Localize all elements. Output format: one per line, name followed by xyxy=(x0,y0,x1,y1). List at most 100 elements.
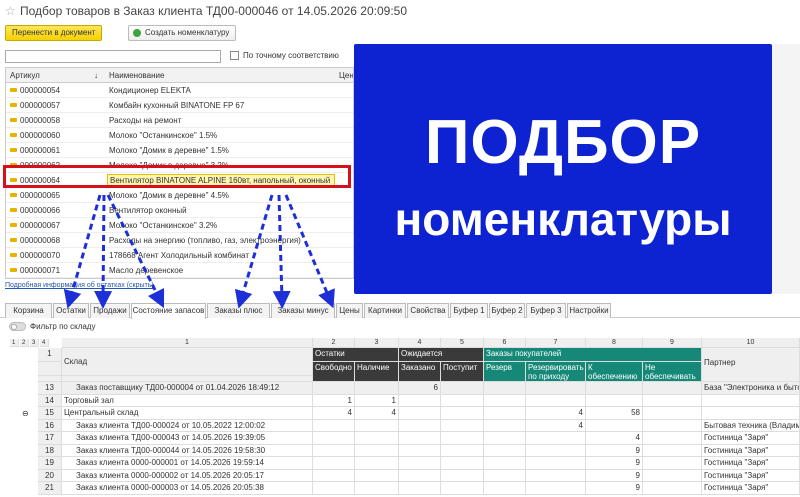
stock-value-zak xyxy=(399,469,441,482)
stock-value-rp xyxy=(526,469,586,482)
stock-value-ko: 9 xyxy=(586,469,643,482)
goods-article: 000000070 xyxy=(20,251,61,260)
tab-0[interactable]: Корзина xyxy=(5,303,52,318)
stock-row-name: Заказ клиента 0000-000002 от 14.05.2026 … xyxy=(62,469,313,482)
row-number: 15 xyxy=(38,407,62,420)
tab-2[interactable]: Продажи xyxy=(90,303,130,318)
column-number: 2 xyxy=(313,338,355,348)
header-group-stock: Остатки xyxy=(313,348,399,362)
stock-partner xyxy=(702,394,800,407)
goods-row[interactable]: 000000060 Молоко "Останкинское" 1.5% xyxy=(6,128,353,143)
exact-match-checkbox[interactable] xyxy=(230,51,239,60)
tab-12[interactable]: Настройки xyxy=(567,303,611,318)
banner-line-2: номенклатуры xyxy=(394,193,732,245)
goods-row[interactable]: 000000067 Молоко "Останкинское" 3.2% xyxy=(6,218,353,233)
tab-1[interactable]: Остатки xyxy=(53,303,89,318)
stock-value-post xyxy=(441,444,484,457)
stock-value-post xyxy=(441,432,484,445)
stock-value-rez xyxy=(484,469,526,482)
banner-line-1: ПОДБОР xyxy=(424,108,702,177)
tab-8[interactable]: Свойства xyxy=(407,303,449,318)
stock-value-rez xyxy=(484,482,526,495)
column-name[interactable]: Наименование xyxy=(109,71,164,80)
header-svobodno: Свободно xyxy=(313,362,355,382)
goods-article: 000000065 xyxy=(20,191,61,200)
goods-name: Расходы на ремонт xyxy=(109,116,182,125)
level-button[interactable]: 2 xyxy=(20,339,29,347)
goods-name: Молоко "Домик в деревне" 1.5% xyxy=(109,146,229,155)
item-key-icon xyxy=(10,88,17,92)
window-title: Подбор товаров в Заказ клиента ТД00-0000… xyxy=(20,4,407,18)
goods-article: 000000061 xyxy=(20,146,61,155)
stock-value-post xyxy=(441,469,484,482)
level-button[interactable]: 4 xyxy=(40,339,49,347)
header-rezerv: Резерв xyxy=(484,362,526,382)
tab-9[interactable]: Буфер 1 xyxy=(450,303,488,318)
row-number: 17 xyxy=(38,432,62,445)
stock-partner: Гостиница "Заря" xyxy=(702,457,800,470)
stock-value-rp xyxy=(526,432,586,445)
tab-7[interactable]: Картинки xyxy=(364,303,406,318)
tab-5[interactable]: Заказы минус xyxy=(271,303,335,318)
search-input[interactable] xyxy=(5,50,221,63)
goods-article: 000000066 xyxy=(20,206,61,215)
stock-partner: Гостиница "Заря" xyxy=(702,469,800,482)
column-price[interactable]: Цена xyxy=(339,71,353,80)
goods-row[interactable]: 000000058 Расходы на ремонт xyxy=(6,113,353,128)
stock-value-post xyxy=(441,482,484,495)
stock-value-no xyxy=(643,444,702,457)
stock-value-zak xyxy=(399,482,441,495)
goods-row[interactable]: 000000066 Вентилятор оконный xyxy=(6,203,353,218)
stock-value-svob xyxy=(313,482,355,495)
level-button[interactable]: 1 xyxy=(10,339,19,347)
goods-row[interactable]: 000000068 Расходы на энергию (топливо, га… xyxy=(6,233,353,248)
item-key-icon xyxy=(10,268,17,272)
stock-value-nal: 1 xyxy=(355,394,399,407)
stock-value-svob xyxy=(313,444,355,457)
goods-name: Вентилятор оконный xyxy=(109,206,187,215)
stock-row-name: Заказ клиента 0000-000001 от 14.05.2026 … xyxy=(62,457,313,470)
tab-11[interactable]: Буфер 3 xyxy=(526,303,566,318)
header-group-expected: Ожидается xyxy=(399,348,484,362)
column-number: 7 xyxy=(526,338,586,348)
favorite-star-icon[interactable]: ☆ xyxy=(5,4,16,18)
row-number: 21 xyxy=(38,482,62,495)
detail-info-link[interactable]: Подробная информация об остатках (скрыть… xyxy=(5,282,154,289)
stock-value-zak: 6 xyxy=(399,382,441,395)
stock-partner: Гостиница "Заря" xyxy=(702,482,800,495)
stock-value-ko: 9 xyxy=(586,444,643,457)
row-number: 13 xyxy=(38,382,62,395)
stock-value-no xyxy=(643,469,702,482)
goods-row[interactable]: 000000071 Масло деревенское xyxy=(6,263,353,278)
column-number: 5 xyxy=(441,338,484,348)
warehouse-filter-toggle[interactable] xyxy=(9,322,26,331)
goods-row[interactable]: 000000054 Кондиционер ELEKTA xyxy=(6,83,353,98)
goods-row[interactable]: 000000057 Комбайн кухонный BINATONE FP 67 xyxy=(6,98,353,113)
column-article[interactable]: Артикул xyxy=(10,71,40,80)
header-postupit: Поступит xyxy=(441,362,484,382)
goods-row[interactable]: 000000070 178668 Агент Холодильный комбин… xyxy=(6,248,353,263)
stock-row-name: Заказ клиента 0000-000003 от 14.05.2026 … xyxy=(62,482,313,495)
stock-value-no xyxy=(643,419,702,432)
sort-down-icon[interactable]: ↓ xyxy=(94,71,98,80)
goods-article: 000000068 xyxy=(20,236,61,245)
item-key-icon xyxy=(10,133,17,137)
goods-row[interactable]: 000000065 Молоко "Домик в деревне" 4.5% xyxy=(6,188,353,203)
goods-article: 000000054 xyxy=(20,86,61,95)
tab-10[interactable]: Буфер 2 xyxy=(489,303,525,318)
add-icon xyxy=(133,29,141,37)
tab-3[interactable]: Состояние запасов xyxy=(131,303,206,319)
stock-partner: Гостиница "Заря" xyxy=(702,432,800,445)
goods-row[interactable]: 000000061 Молоко "Домик в деревне" 1.5% xyxy=(6,143,353,158)
transfer-to-document-button[interactable]: Перенести в документ xyxy=(5,25,103,41)
column-number: 9 xyxy=(643,338,702,348)
create-nomenclature-button[interactable]: Создать номенклатуру xyxy=(128,25,237,41)
tab-6[interactable]: Цены xyxy=(336,303,363,318)
toggle-knob xyxy=(11,324,17,330)
stock-value-ko: 4 xyxy=(586,432,643,445)
stock-value-svob: 4 xyxy=(313,407,355,420)
collapse-icon[interactable]: ⊖ xyxy=(22,409,31,418)
goods-table-header: Артикул ↓ Наименование Цена xyxy=(6,68,353,83)
level-button[interactable]: 3 xyxy=(30,339,39,347)
tab-4[interactable]: Заказы плюс xyxy=(207,303,270,318)
